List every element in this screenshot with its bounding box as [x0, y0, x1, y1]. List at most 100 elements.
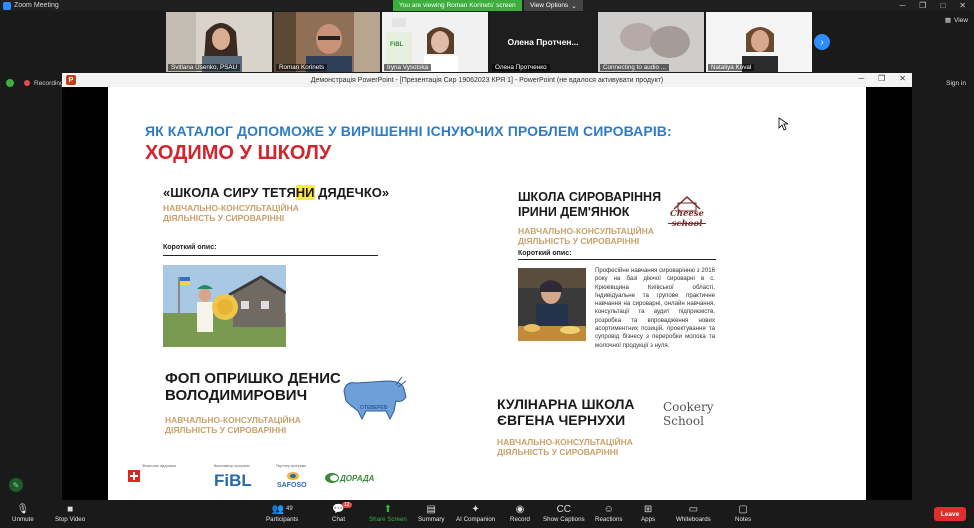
- whiteboard-icon: ▭: [688, 503, 699, 515]
- meeting-toolbar: 🎙 Unmute ■ Stop Video 👥 49 Participants 💬…: [0, 500, 974, 528]
- captions-icon: CC: [556, 503, 572, 515]
- notes-button[interactable]: ▢ Notes: [735, 502, 751, 524]
- school3-title-line1: ФОП ОПРИШКО ДЕНИС: [165, 370, 341, 387]
- show-captions-button[interactable]: CC Show Captions: [543, 502, 585, 524]
- school1-tag-line1: НАВЧАЛЬНО-КОНСУЛЬТАЦІЙНА: [163, 203, 299, 213]
- participant-name: Nataliya Koval: [708, 64, 755, 71]
- show-captions-label: Show Captions: [543, 516, 585, 523]
- minimize-icon[interactable]: ─: [858, 74, 864, 83]
- apps-label: Apps: [641, 516, 656, 523]
- record-button[interactable]: ◉ Record: [510, 502, 530, 524]
- school1-tag: НАВЧАЛЬНО-КОНСУЛЬТАЦІЙНА ДІЯЛЬНІСТЬ У СИ…: [163, 203, 299, 223]
- chat-button[interactable]: 💬 12 Chat: [332, 502, 352, 523]
- view-options-button[interactable]: View Options ⌄: [524, 0, 583, 11]
- ai-companion-label: AI Companion: [456, 516, 496, 523]
- mouse-cursor-icon: [778, 117, 788, 131]
- participants-label: Participants: [266, 516, 299, 523]
- school3-title: ФОП ОПРИШКО ДЕНИС ВОЛОДИМИРОВИЧ: [165, 370, 341, 404]
- notes-icon: ▢: [738, 503, 748, 515]
- apps-grid-icon: ⊞: [643, 503, 653, 515]
- school1-brief-label: Короткий опис:: [163, 244, 217, 251]
- restore-icon[interactable]: ❐: [919, 1, 926, 10]
- school1-title-post: ДЯДЕЧКО»: [314, 185, 390, 200]
- school3-tag-line1: НАВЧАЛЬНО-КОНСУЛЬТАЦІЙНА: [165, 415, 301, 425]
- participants-count: 49: [286, 506, 293, 512]
- cookery-logo-text2: School: [663, 414, 704, 428]
- restore-icon[interactable]: ❐: [878, 74, 885, 83]
- view-button[interactable]: ▦ View: [945, 16, 968, 25]
- school3-tag: НАВЧАЛЬНО-КОНСУЛЬТАЦІЙНА ДІЯЛЬНІСТЬ У СИ…: [165, 415, 301, 435]
- participant-name: Roman Korinets: [276, 64, 328, 71]
- stop-video-label: Stop Video: [55, 516, 86, 523]
- participant-video: FiBL: [382, 12, 488, 72]
- summary-doc-icon: ▤: [426, 503, 436, 515]
- window-controls: ─ ❐ □ ✕: [900, 0, 974, 11]
- next-participants-button[interactable]: ›: [814, 34, 830, 50]
- sign-in-link[interactable]: Sign in: [946, 80, 966, 87]
- school2-title: ШКОЛА СИРОВАРІННЯ ІРИНИ ДЕМ'ЯНЮК: [518, 190, 661, 220]
- reactions-button[interactable]: ☺ Reactions: [595, 502, 623, 524]
- cheese-school-logo-text: Cheese school: [670, 209, 704, 229]
- apps-button[interactable]: ⊞ Apps: [641, 502, 656, 524]
- chat-label: Chat: [332, 516, 346, 523]
- school4-tag: НАВЧАЛЬНО-КОНСУЛЬТАЦІЙНА ДІЯЛЬНІСТЬ У СИ…: [497, 437, 633, 457]
- safoso-logo: SAFOSO: [277, 482, 307, 489]
- microphone-muted-icon: 🎙: [16, 503, 30, 515]
- school2-brief-label: Короткий опис:: [518, 250, 572, 257]
- powerpoint-titlebar: P Демонстрація PowerPoint - [Презентація…: [62, 73, 912, 87]
- unmute-button[interactable]: 🎙 Unmute: [12, 502, 34, 524]
- slide-subheading: ХОДИМО У ШКОЛУ: [145, 142, 332, 164]
- leave-button[interactable]: Leave: [934, 507, 966, 521]
- annotate-pencil-icon[interactable]: ✎: [9, 478, 23, 492]
- school3-title-line2: ВОЛОДИМИРОВИЧ: [165, 387, 308, 404]
- presentation-slide: ЯК КАТАЛОГ ДОПОМОЖЕ У ВИРІШЕННІ ІСНУЮЧИХ…: [108, 87, 866, 500]
- chat-badge: 12: [342, 502, 352, 508]
- school2-tag-line1: НАВЧАЛЬНО-КОНСУЛЬТАЦІЙНА: [518, 226, 654, 236]
- whiteboards-button[interactable]: ▭ Whiteboards: [676, 502, 711, 524]
- status-bar: Recording: [6, 79, 64, 87]
- reactions-label: Reactions: [595, 516, 623, 523]
- school3-tag-line2: ДІЯЛЬНІСТЬ У СИРОВАРІННІ: [165, 425, 287, 435]
- participant-name: Олена Протченко: [492, 64, 550, 71]
- ai-companion-button[interactable]: ✦ AI Companion: [456, 502, 496, 524]
- participant-tile[interactable]: Roman Korinets: [274, 12, 380, 72]
- participant-tile[interactable]: Svitlana Usenko, PSAU: [166, 12, 272, 72]
- share-screen-button[interactable]: ⬆ Share Screen: [369, 502, 407, 524]
- participant-name-center: Олена Протчен...: [507, 37, 579, 47]
- participants-icon: 👥 49: [271, 503, 293, 515]
- swiss-flag-icon: [128, 470, 140, 482]
- record-icon: ◉: [515, 503, 525, 515]
- participant-video: [274, 12, 380, 72]
- participants-button[interactable]: 👥 49 Participants: [266, 502, 299, 524]
- powerpoint-window-controls: ─ ❐ ✕: [858, 74, 906, 83]
- maximize-icon[interactable]: □: [940, 1, 945, 10]
- close-icon[interactable]: ✕: [959, 1, 966, 10]
- summary-label: Summary: [418, 516, 445, 523]
- participant-tile[interactable]: Олена Протчен... Олена Протченко: [490, 12, 596, 72]
- minimize-icon[interactable]: ─: [900, 1, 906, 10]
- app-title-group: Zoom Meeting: [0, 1, 59, 10]
- sparkle-icon: ✦: [471, 503, 480, 515]
- participant-tile[interactable]: FiBL Iryna Vysotska: [382, 12, 488, 72]
- school4-tag-line1: НАВЧАЛЬНО-КОНСУЛЬТАЦІЙНА: [497, 437, 633, 447]
- zoom-meeting-window: Zoom Meeting You are viewing Roman Korin…: [0, 0, 974, 528]
- shared-powerpoint-window: P Демонстрація PowerPoint - [Презентація…: [62, 73, 912, 500]
- emoji-icon: ☺: [603, 503, 614, 515]
- shield-icon[interactable]: [6, 79, 14, 87]
- school2-title-line1: ШКОЛА СИРОВАРІННЯ: [518, 190, 662, 204]
- view-label: View: [954, 16, 968, 24]
- chevron-right-icon: ›: [820, 36, 824, 48]
- school2-title-line2: ІРИНИ ДЕМ'ЯНЮК: [518, 205, 630, 219]
- fibl-logo: FiBL: [214, 471, 252, 490]
- school1-divider: [163, 255, 378, 256]
- school2-photo: [518, 268, 586, 341]
- school1-photo: [163, 265, 286, 347]
- cow-logo-text: ОТЕВЕРЕВ: [360, 405, 388, 411]
- participant-strip: Svitlana Usenko, PSAU Roman Korinets FiB…: [166, 12, 812, 72]
- summary-button[interactable]: ▤ Summary: [418, 502, 445, 524]
- participant-tile[interactable]: Connecting to audio ...: [598, 12, 704, 72]
- school2-divider: [518, 259, 716, 260]
- stop-video-button[interactable]: ■ Stop Video: [55, 502, 86, 524]
- participant-tile[interactable]: Nataliya Koval: [706, 12, 812, 72]
- close-icon[interactable]: ✕: [899, 74, 906, 83]
